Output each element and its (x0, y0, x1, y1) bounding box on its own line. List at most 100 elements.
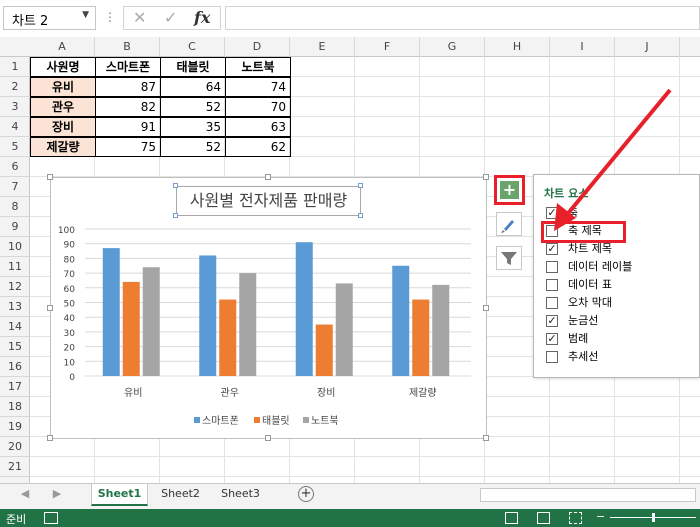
value-cell[interactable]: 70 (225, 97, 291, 117)
fx-button[interactable]: fx (194, 8, 210, 27)
title-handle[interactable] (358, 183, 363, 188)
employee-name-cell[interactable]: 유비 (30, 77, 96, 97)
table-header-cell[interactable]: 태블릿 (160, 57, 226, 77)
row-header[interactable]: 11 (0, 257, 30, 277)
employee-name-cell[interactable]: 관우 (30, 97, 96, 117)
sheet-tab[interactable]: Sheet2 (152, 484, 209, 506)
value-cell[interactable]: 75 (95, 137, 161, 157)
row-header[interactable]: 13 (0, 297, 30, 317)
value-cell[interactable]: 63 (225, 117, 291, 137)
row-header[interactable]: 21 (0, 457, 30, 477)
add-sheet-icon[interactable]: + (298, 486, 314, 502)
title-handle[interactable] (173, 213, 178, 218)
value-cell[interactable]: 74 (225, 77, 291, 97)
column-header[interactable]: A (30, 37, 95, 57)
resize-handle[interactable] (483, 174, 489, 180)
table-header-cell[interactable]: 스마트폰 (95, 57, 161, 77)
checkbox[interactable]: ✓ (546, 243, 558, 255)
value-cell[interactable]: 82 (95, 97, 161, 117)
row-header[interactable]: 8 (0, 197, 30, 217)
column-header[interactable]: G (420, 37, 485, 57)
chart-styles-button[interactable] (496, 212, 522, 236)
chart-filters-button[interactable] (496, 246, 522, 270)
enter-icon[interactable]: ✓ (164, 8, 177, 27)
table-header-cell[interactable]: 노트북 (225, 57, 291, 77)
page-break-icon[interactable] (569, 512, 582, 524)
row-header[interactable]: 2 (0, 77, 30, 97)
column-header[interactable]: F (355, 37, 420, 57)
row-header[interactable]: 10 (0, 237, 30, 257)
scroll-left-icon[interactable]: ◀ (18, 484, 32, 506)
row-headers: 1 2 3 4 5 6 7 8 9 10 11 12 13 14 15 16 17 18 19 20 21 (0, 57, 30, 483)
row-header[interactable]: 9 (0, 217, 30, 237)
checkbox[interactable] (546, 261, 558, 273)
title-handle[interactable] (358, 213, 363, 218)
resize-handle[interactable] (47, 305, 53, 311)
bar (199, 255, 217, 376)
row-header[interactable]: 12 (0, 277, 30, 297)
value-cell[interactable]: 52 (160, 137, 226, 157)
horizontal-scrollbar[interactable] (480, 488, 696, 502)
x-tick-label: 유비 (124, 387, 142, 399)
column-header[interactable]: D (225, 37, 290, 57)
checkbox[interactable] (546, 279, 558, 291)
row-header[interactable]: 1 (0, 57, 30, 77)
formula-input[interactable] (225, 6, 700, 30)
title-handle[interactable] (173, 183, 178, 188)
employee-name-cell[interactable]: 제갈량 (30, 137, 96, 157)
row-header[interactable]: 7 (0, 177, 30, 197)
column-header[interactable]: I (550, 37, 615, 57)
row-header[interactable]: 17 (0, 377, 30, 397)
row-header[interactable]: 5 (0, 137, 30, 157)
sheet-tab[interactable]: Sheet1 (91, 484, 148, 506)
value-cell[interactable]: 52 (160, 97, 226, 117)
row-header[interactable]: 6 (0, 157, 30, 177)
zoom-thumb[interactable] (652, 513, 655, 522)
chart-elements-button[interactable]: + (494, 175, 525, 205)
column-header[interactable]: J (615, 37, 680, 57)
value-cell[interactable]: 64 (160, 77, 226, 97)
column-header[interactable]: H (485, 37, 550, 57)
resize-handle[interactable] (47, 174, 53, 180)
resize-handle[interactable] (265, 174, 271, 180)
column-header[interactable]: E (290, 37, 355, 57)
row-header[interactable]: 14 (0, 317, 30, 337)
sheet-tab-bar: ◀ ▶ Sheet1 Sheet2 Sheet3 + (0, 483, 700, 509)
row-header[interactable]: 19 (0, 417, 30, 437)
checkbox[interactable] (546, 297, 558, 309)
checkbox[interactable] (546, 351, 558, 363)
row-header[interactable]: 20 (0, 437, 30, 457)
chart-area[interactable]: 0 10 20 30 40 50 60 70 80 90 100 유비 관우 장비 제갈량 스마트폰 태블릿 노트… (47, 174, 489, 441)
resize-handle[interactable] (483, 435, 489, 441)
zoom-out-icon[interactable]: − (596, 510, 605, 523)
y-tick-label: 90 (64, 241, 76, 251)
scroll-right-icon[interactable]: ▶ (50, 484, 64, 506)
name-box[interactable]: 차트 2 ▼ (3, 6, 96, 30)
chart-title[interactable]: 사원별 전자제품 판매량 (176, 186, 361, 216)
value-cell[interactable]: 62 (225, 137, 291, 157)
sheet-tab[interactable]: Sheet3 (212, 484, 269, 506)
value-cell[interactable]: 91 (95, 117, 161, 137)
resize-handle[interactable] (483, 305, 489, 311)
row-header[interactable]: 4 (0, 117, 30, 137)
checkbox[interactable]: ✓ (546, 333, 558, 345)
column-header[interactable]: B (95, 37, 160, 57)
resize-handle[interactable] (47, 435, 53, 441)
cancel-icon[interactable]: ✕ (133, 8, 146, 27)
row-header[interactable]: 16 (0, 357, 30, 377)
table-header-cell[interactable]: 사원명 (30, 57, 96, 77)
employee-name-cell[interactable]: 장비 (30, 117, 96, 137)
value-cell[interactable]: 35 (160, 117, 226, 137)
normal-view-icon[interactable] (505, 512, 518, 524)
resize-handle[interactable] (265, 435, 271, 441)
y-tick-label: 10 (64, 358, 76, 368)
value-cell[interactable]: 87 (95, 77, 161, 97)
row-header[interactable]: 15 (0, 337, 30, 357)
row-header[interactable]: 3 (0, 97, 30, 117)
macro-record-icon[interactable] (44, 512, 58, 524)
column-header[interactable]: C (160, 37, 225, 57)
page-layout-icon[interactable] (537, 512, 550, 524)
checkbox[interactable]: ✓ (546, 315, 558, 327)
chevron-down-icon[interactable]: ▼ (82, 10, 89, 20)
row-header[interactable]: 18 (0, 397, 30, 417)
